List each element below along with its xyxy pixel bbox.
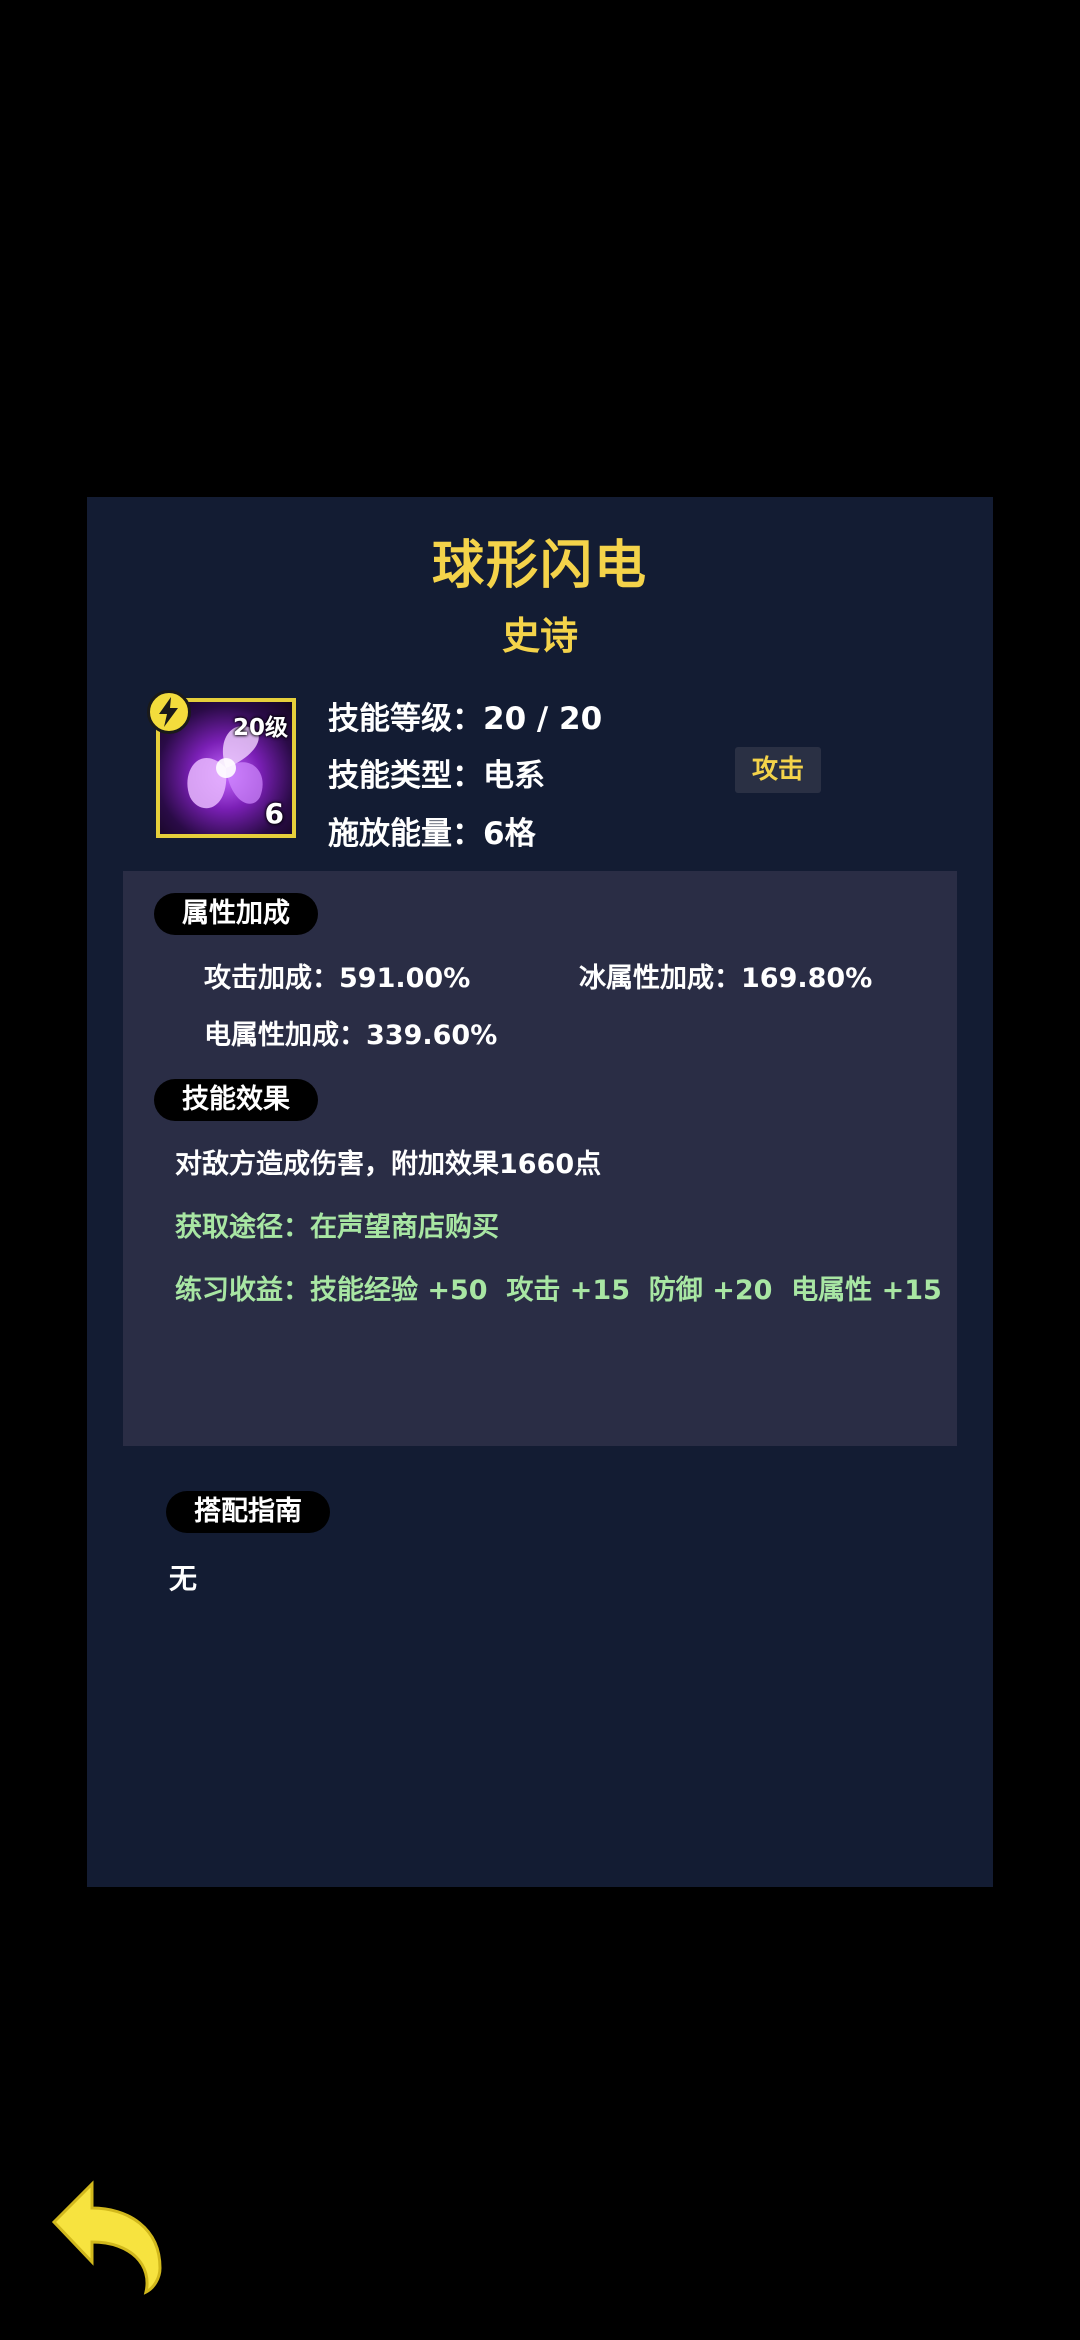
effect-header: 技能效果 <box>154 1079 318 1121</box>
skill-level-tag: 20级 <box>232 715 288 741</box>
skill-detail-panel: 球形闪电 史诗 20级 6 技能等级：20 / 20 技能类型：电系 施放能量：… <box>87 497 993 1887</box>
skill-level-line: 技能等级：20 / 20 <box>328 701 603 737</box>
lightning-bolt-icon <box>147 690 191 734</box>
skill-rarity: 史诗 <box>501 614 578 658</box>
back-arrow-icon <box>51 2180 162 2295</box>
skill-type-tag: 攻击 <box>735 747 821 793</box>
skill-details-subpanel: 属性加成 攻击加成：591.00% 冰属性加成：169.80% 电属性加成：33… <box>123 871 957 1446</box>
guide-text: 无 <box>169 1562 198 1595</box>
attributes-header: 属性加成 <box>154 893 318 935</box>
ice-attribute-bonus: 冰属性加成：169.80% <box>579 963 873 994</box>
skill-type-line: 技能类型：电系 <box>328 758 545 794</box>
practice-gains: 练习收益：技能经验 +50 攻击 +15 防御 +20 电属性 +15 <box>175 1275 942 1306</box>
acquire-source: 获取途径：在声望商店购买 <box>175 1212 499 1243</box>
guide-header: 搭配指南 <box>166 1491 330 1533</box>
skill-name: 球形闪电 <box>431 536 648 596</box>
effect-description: 对敌方造成伤害，附加效果1660点 <box>175 1149 602 1180</box>
skill-cost-tag: 6 <box>264 797 284 830</box>
attack-bonus: 攻击加成：591.00% <box>204 963 471 994</box>
skill-energy-line: 施放能量：6格 <box>328 816 536 852</box>
back-button[interactable] <box>48 2170 173 2295</box>
electric-attribute-bonus: 电属性加成：339.60% <box>204 1020 498 1051</box>
